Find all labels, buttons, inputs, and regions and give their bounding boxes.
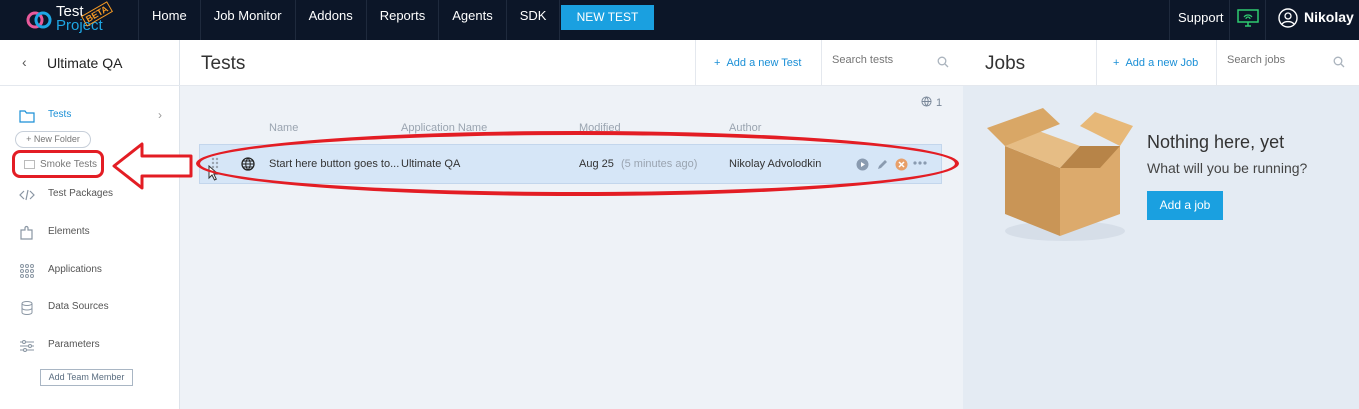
new-test-button[interactable]: NEW TEST xyxy=(561,5,654,30)
nav-agents[interactable]: Agents xyxy=(438,0,505,40)
puzzle-icon xyxy=(20,225,33,240)
sidebar-item-parameters[interactable]: Parameters xyxy=(0,334,180,358)
annotation-highlight-test-row xyxy=(196,131,959,196)
tests-title: Tests xyxy=(201,53,246,74)
user-avatar-icon xyxy=(1278,8,1298,28)
search-icon[interactable] xyxy=(1333,56,1345,68)
user-name: Nikolay xyxy=(1304,9,1354,25)
testproject-logo[interactable]: Test Project BETA xyxy=(24,1,134,37)
sidebar-item-label: Elements xyxy=(48,226,90,237)
search-tests-input[interactable] xyxy=(832,54,932,66)
search-tests xyxy=(821,40,963,86)
code-icon xyxy=(19,189,35,201)
empty-title: Nothing here, yet xyxy=(1147,132,1285,152)
database-icon xyxy=(21,301,33,316)
nav-sdk[interactable]: SDK xyxy=(505,0,561,40)
project-sidebar: ‹ Ultimate QA Tests › + New Folder Smoke… xyxy=(0,40,180,409)
sidebar-item-label: Applications xyxy=(48,264,102,275)
globe-icon xyxy=(921,96,932,107)
add-new-test-button[interactable]: + Add a new Test xyxy=(695,40,821,86)
project-header: ‹ Ultimate QA xyxy=(0,40,180,86)
sidebar-item-elements[interactable]: Elements xyxy=(0,221,180,245)
back-chevron-icon[interactable]: ‹ xyxy=(22,54,27,70)
search-jobs-input[interactable] xyxy=(1227,54,1327,66)
jobs-panel: Jobs + Add a new Job Nothing here, yet Wh… xyxy=(963,40,1359,409)
plus-icon: + xyxy=(1113,57,1120,69)
sidebar-item-applications[interactable]: Applications xyxy=(0,259,180,283)
jobs-header: Jobs + Add a new Job xyxy=(963,40,1359,86)
empty-box-illustration xyxy=(987,108,1133,241)
folder-icon xyxy=(19,110,35,123)
search-icon[interactable] xyxy=(937,56,949,68)
sidebar-item-label: Parameters xyxy=(48,339,100,350)
add-new-job-label: Add a new Job xyxy=(1125,57,1199,69)
monitor-icon xyxy=(1237,9,1259,27)
web-tests-count-value: 1 xyxy=(936,97,943,109)
sliders-icon xyxy=(20,340,34,352)
support-link[interactable]: Support xyxy=(1169,0,1229,40)
annotation-arrow-icon xyxy=(112,142,193,190)
logo-mark-icon xyxy=(26,11,52,29)
user-menu[interactable]: Nikolay xyxy=(1265,0,1359,40)
grid-icon xyxy=(20,264,34,278)
add-team-member-button[interactable]: Add Team Member xyxy=(40,369,133,386)
jobs-title: Jobs xyxy=(985,53,1026,74)
sidebar-item-data-sources[interactable]: Data Sources xyxy=(0,296,180,320)
col-author[interactable]: Author xyxy=(729,122,761,134)
annotation-highlight-smoke-tests xyxy=(12,150,104,178)
nav-job-monitor[interactable]: Job Monitor xyxy=(199,0,295,40)
web-tests-count: 1 xyxy=(921,96,942,109)
nav-reports[interactable]: Reports xyxy=(365,0,439,40)
main-nav: Home Job Monitor Addons Reports Agents S… xyxy=(138,0,561,40)
sidebar-item-label: Test Packages xyxy=(48,188,114,199)
nav-addons[interactable]: Addons xyxy=(294,0,366,40)
add-new-test-label: Add a new Test xyxy=(726,57,802,69)
search-jobs xyxy=(1216,40,1359,86)
new-folder-button[interactable]: + New Folder xyxy=(15,131,91,148)
sidebar-item-label: Data Sources xyxy=(48,301,109,312)
chevron-right-icon: › xyxy=(158,108,162,122)
col-name[interactable]: Name xyxy=(269,122,298,134)
empty-subtitle: What will you be running? xyxy=(1147,160,1308,176)
tests-header: Tests + Add a new Test xyxy=(180,40,963,86)
agent-status-button[interactable] xyxy=(1229,0,1265,40)
sidebar-item-label: Tests xyxy=(48,109,72,120)
add-job-button[interactable]: Add a job xyxy=(1147,191,1223,220)
plus-icon: + xyxy=(714,57,721,69)
add-new-job-button[interactable]: + Add a new Job xyxy=(1096,40,1216,86)
top-navbar: Test Project BETA Home Job Monitor Addon… xyxy=(0,0,1359,40)
sidebar-item-tests[interactable]: Tests › xyxy=(0,104,180,128)
nav-home[interactable]: Home xyxy=(138,0,200,40)
project-name: Ultimate QA xyxy=(47,55,123,71)
